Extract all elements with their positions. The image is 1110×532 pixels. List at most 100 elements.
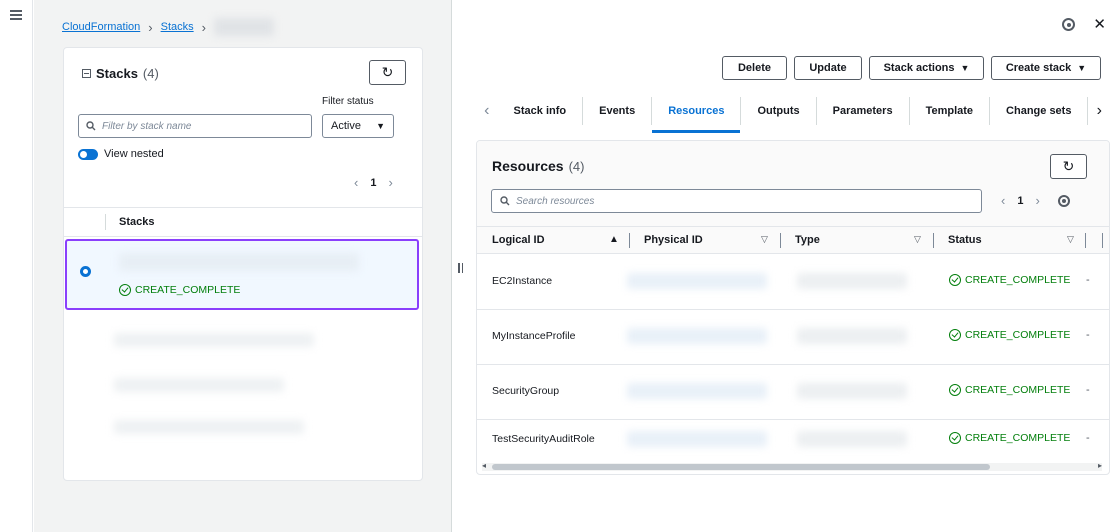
stack-name-blurred[interactable]: [119, 253, 359, 271]
column-divider[interactable]: [933, 233, 934, 248]
status-badge: CREATE_COMPLETE: [949, 432, 1070, 444]
stacks-area: CloudFormation › Stacks › Stacks (4) ↻ F…: [34, 0, 452, 532]
stacks-pagination: ‹ 1 ›: [354, 175, 393, 190]
panel-resize-handle[interactable]: [458, 263, 464, 273]
stack-row-blurred[interactable]: [114, 333, 314, 347]
status-badge: CREATE_COMPLETE: [949, 274, 1070, 286]
column-divider[interactable]: [780, 233, 781, 248]
physical-id-blurred[interactable]: [627, 328, 767, 344]
table-row[interactable]: MyInstanceProfile CREATE_COMPLETE -: [477, 310, 1109, 365]
tab-change-sets[interactable]: Change sets: [990, 97, 1089, 125]
chevron-left-icon[interactable]: ‹: [354, 175, 358, 190]
toggle-switch-icon[interactable]: [78, 148, 98, 160]
stacks-column-header[interactable]: Stacks: [119, 216, 154, 228]
tab-parameters[interactable]: Parameters: [817, 97, 910, 125]
resources-header: Resources (4): [492, 158, 584, 174]
type-blurred: [797, 328, 907, 344]
column-logical-id[interactable]: Logical ID: [492, 234, 545, 246]
type-blurred: [797, 383, 907, 399]
search-icon: [86, 121, 96, 131]
view-nested-label: View nested: [104, 148, 164, 160]
sort-icon[interactable]: ▽: [1067, 234, 1074, 245]
top-right-icons: ✕: [1062, 17, 1110, 32]
collapse-icon[interactable]: [82, 69, 91, 78]
search-placeholder: Filter by stack name: [102, 120, 192, 132]
caret-down-icon: ▼: [376, 121, 385, 131]
tabs-scroll-left-icon[interactable]: ‹: [476, 102, 498, 120]
page-number[interactable]: 1: [370, 177, 376, 189]
column-status[interactable]: Status: [948, 234, 982, 246]
table-settings-icon[interactable]: [1057, 194, 1070, 207]
view-nested-toggle[interactable]: View nested: [78, 148, 164, 160]
column-divider[interactable]: [629, 233, 630, 248]
horizontal-scrollbar[interactable]: ◂ ▸: [482, 461, 1102, 471]
chevron-right-icon[interactable]: ›: [1035, 193, 1039, 208]
delete-button[interactable]: Delete: [722, 56, 787, 80]
breadcrumb-stacks[interactable]: Stacks: [161, 21, 194, 33]
scroll-left-icon[interactable]: ◂: [482, 461, 486, 470]
create-stack-button[interactable]: Create stack ▼: [991, 56, 1101, 80]
chevron-right-icon[interactable]: ›: [388, 175, 392, 190]
settings-icon[interactable]: [1062, 18, 1076, 31]
sort-icon[interactable]: ▽: [761, 234, 768, 245]
column-type[interactable]: Type: [795, 234, 820, 246]
table-row[interactable]: EC2Instance CREATE_COMPLETE -: [477, 255, 1109, 310]
truncated-cell: -: [1086, 384, 1090, 396]
status-badge: CREATE_COMPLETE: [119, 284, 240, 296]
chevron-right-icon: ›: [201, 19, 206, 35]
resources-title: Resources: [492, 158, 564, 174]
logical-id-cell: MyInstanceProfile: [492, 330, 576, 342]
close-icon[interactable]: ✕: [1093, 17, 1106, 32]
physical-id-blurred[interactable]: [627, 431, 767, 447]
tab-events[interactable]: Events: [583, 97, 653, 125]
breadcrumb-current-blurred: [213, 18, 274, 36]
stack-row-selected[interactable]: CREATE_COMPLETE: [65, 239, 419, 310]
update-button[interactable]: Update: [794, 56, 862, 80]
stack-actions-button[interactable]: Stack actions ▼: [869, 56, 984, 80]
caret-down-icon: ▼: [1077, 63, 1087, 73]
tab-template[interactable]: Template: [910, 97, 991, 125]
tabs-scroll-right-icon[interactable]: ›: [1088, 102, 1110, 120]
column-divider[interactable]: [1102, 233, 1103, 248]
filter-status-label: Filter status: [322, 96, 374, 107]
stacks-table-header: Stacks: [64, 207, 422, 237]
stack-row-blurred[interactable]: [114, 378, 284, 392]
sort-icon[interactable]: ▽: [914, 234, 921, 245]
status-text: CREATE_COMPLETE: [965, 384, 1071, 396]
tab-stack-info[interactable]: Stack info: [498, 97, 584, 125]
resources-panel: Resources (4) ↻ Search resources ‹ 1 › L…: [476, 140, 1110, 475]
status-text: CREATE_COMPLETE: [965, 329, 1071, 341]
create-stack-label: Create stack: [1005, 62, 1072, 74]
refresh-icon: ↻: [1062, 158, 1075, 174]
resources-refresh-button[interactable]: ↻: [1050, 154, 1087, 179]
scrollbar-thumb[interactable]: [492, 464, 990, 470]
sort-ascending-icon[interactable]: ▲: [609, 234, 619, 245]
stacks-count: (4): [142, 66, 159, 81]
menu-icon[interactable]: [10, 10, 22, 20]
breadcrumb-cloudformation[interactable]: CloudFormation: [62, 21, 140, 33]
radio-selected-icon[interactable]: [80, 266, 91, 277]
chevron-right-icon: ›: [148, 19, 153, 35]
column-divider[interactable]: [1085, 233, 1086, 248]
check-circle-icon: [119, 284, 131, 296]
type-blurred: [797, 431, 907, 447]
page-number[interactable]: 1: [1017, 195, 1023, 207]
tab-resources[interactable]: Resources: [652, 97, 742, 133]
chevron-left-icon[interactable]: ‹: [1001, 193, 1005, 208]
resources-header-background: [477, 141, 1109, 226]
tab-outputs[interactable]: Outputs: [741, 97, 817, 125]
stacks-refresh-button[interactable]: ↻: [369, 60, 406, 85]
stack-search-input[interactable]: Filter by stack name: [78, 114, 312, 138]
physical-id-blurred[interactable]: [627, 383, 767, 399]
filter-status-select[interactable]: Active ▼: [322, 114, 394, 138]
physical-id-blurred[interactable]: [627, 273, 767, 289]
status-badge: CREATE_COMPLETE: [949, 384, 1070, 396]
column-physical-id[interactable]: Physical ID: [644, 234, 703, 246]
caret-down-icon: ▼: [960, 63, 970, 73]
resources-search-input[interactable]: Search resources: [491, 189, 982, 213]
table-row[interactable]: SecurityGroup CREATE_COMPLETE -: [477, 365, 1109, 420]
stack-detail-tabs: ‹ Stack info Events Resources Outputs Pa…: [476, 93, 1110, 133]
stack-row-blurred[interactable]: [114, 420, 304, 434]
table-row[interactable]: TestSecurityAuditRole CREATE_COMPLETE -: [477, 413, 1109, 468]
scroll-right-icon[interactable]: ▸: [1098, 461, 1102, 470]
